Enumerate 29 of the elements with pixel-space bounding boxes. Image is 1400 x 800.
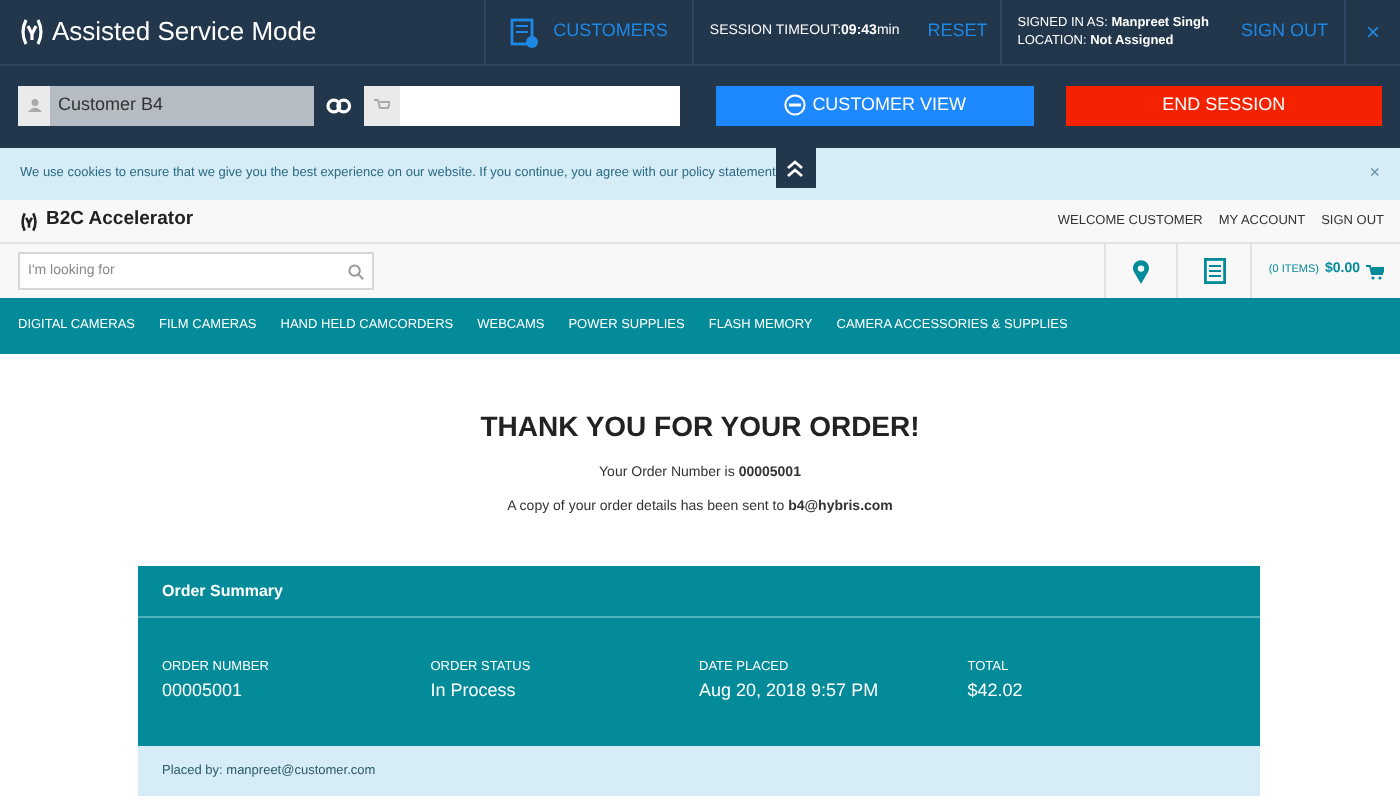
sign-out-link[interactable]: SIGN OUT xyxy=(1224,18,1344,46)
cart-icon xyxy=(374,98,391,112)
customer-list-icon[interactable] xyxy=(509,17,538,47)
logo-icon xyxy=(20,18,44,46)
store-logo: B2C Accelerator xyxy=(46,206,194,235)
map-pin-icon[interactable] xyxy=(1132,259,1151,283)
field-value: In Process xyxy=(430,678,518,705)
link-icon xyxy=(326,97,353,113)
collapse-button[interactable] xyxy=(775,148,816,188)
app-title: Assisted Service Mode xyxy=(52,14,317,51)
customers-link[interactable]: CUSTOMERS xyxy=(553,18,668,46)
end-session-button[interactable]: END SESSION xyxy=(1065,85,1383,125)
close-button[interactable]: × xyxy=(1365,14,1380,50)
cart-field[interactable] xyxy=(400,85,681,125)
person-icon xyxy=(27,98,41,112)
search-icon[interactable] xyxy=(348,263,364,279)
field-value: 00005001 xyxy=(162,678,245,705)
order-summary-title: Order Summary xyxy=(162,579,283,603)
confirmation-heading: THANK YOU FOR YOUR ORDER! xyxy=(480,408,920,446)
double-chevron-up-icon xyxy=(786,159,805,177)
close-button[interactable]: × xyxy=(1369,160,1380,188)
cart-icon xyxy=(1366,263,1384,279)
customer-field[interactable]: Customer B4 xyxy=(50,85,315,125)
customer-view-button[interactable]: CUSTOMER VIEW xyxy=(716,85,1034,125)
field-value: $42.02 xyxy=(967,678,1025,705)
logo-icon xyxy=(20,211,38,231)
list-icon[interactable] xyxy=(1203,258,1226,284)
field-value: Aug 20, 2018 9:57 PM xyxy=(699,678,881,705)
reset-link[interactable]: RESET xyxy=(915,18,1000,46)
